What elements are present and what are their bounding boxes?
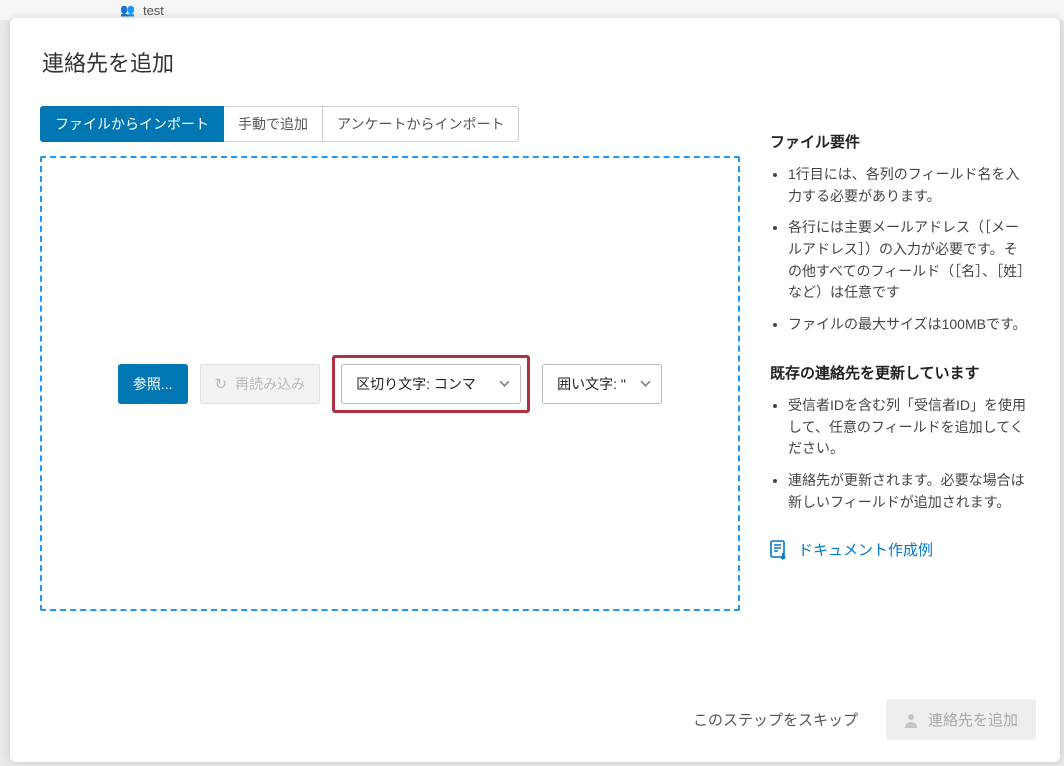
modal-header: 連絡先を追加 bbox=[10, 18, 1060, 96]
chevron-down-icon bbox=[640, 376, 651, 392]
people-icon: 👥 bbox=[120, 3, 133, 17]
background-window-remnant: 👥 test bbox=[0, 0, 1064, 20]
modal-title: 連絡先を追加 bbox=[42, 46, 1028, 78]
list-item: ファイルの最大サイズは100MBです。 bbox=[788, 314, 1030, 336]
list-item: 連絡先が更新されます。必要な場合は新しいフィールドが追加されます。 bbox=[788, 470, 1030, 513]
tab-import-from-file[interactable]: ファイルからインポート bbox=[40, 106, 224, 142]
update-existing-list: 受信者IDを含む列「受信者ID」を使用して、任意のフィールドを追加してください。… bbox=[770, 395, 1030, 513]
delimiter-highlight: 区切り文字: コンマ bbox=[332, 355, 530, 413]
reload-icon: ↻ bbox=[215, 375, 228, 393]
chevron-down-icon bbox=[499, 376, 510, 392]
tab-add-manually[interactable]: 手動で追加 bbox=[224, 106, 323, 142]
person-add-icon bbox=[904, 712, 920, 728]
file-requirements-list: 1行目には、各列のフィールド名を入力する必要があります。 各行には主要メールアド… bbox=[770, 164, 1030, 336]
import-panel: ファイルからインポート 手動で追加 アンケートからインポート 参照... ↻ 再 bbox=[40, 106, 740, 683]
help-sidebar: ファイル要件 1行目には、各列のフィールド名を入力する必要があります。 各行には… bbox=[770, 106, 1030, 683]
dropzone-controls: 参照... ↻ 再読み込み 区切り文字: コンマ bbox=[118, 355, 662, 413]
add-contacts-button: 連絡先を追加 bbox=[886, 699, 1036, 740]
skip-step-link[interactable]: このステップをスキップ bbox=[681, 701, 870, 738]
bg-title: test bbox=[143, 3, 164, 18]
list-item: 各行には主要メールアドレス（［メールアドレス］）の入力が必要です。その他すべての… bbox=[788, 217, 1030, 304]
modal-footer: このステップをスキップ 連絡先を追加 bbox=[10, 683, 1060, 762]
modal-body: ファイルからインポート 手動で追加 アンケートからインポート 参照... ↻ 再 bbox=[10, 96, 1060, 683]
enclosure-select[interactable]: 囲い文字: " bbox=[542, 364, 662, 404]
import-tabs: ファイルからインポート 手動で追加 アンケートからインポート bbox=[40, 106, 740, 142]
list-item: 受信者IDを含む列「受信者ID」を使用して、任意のフィールドを追加してください。 bbox=[788, 395, 1030, 460]
list-item: 1行目には、各列のフィールド名を入力する必要があります。 bbox=[788, 164, 1030, 207]
browse-button[interactable]: 参照... bbox=[118, 364, 188, 404]
reload-button: ↻ 再読み込み bbox=[200, 364, 321, 404]
tab-import-from-survey[interactable]: アンケートからインポート bbox=[323, 106, 519, 142]
update-existing-heading: 既存の連絡先を更新しています bbox=[770, 362, 1030, 383]
file-dropzone[interactable]: 参照... ↻ 再読み込み 区切り文字: コンマ bbox=[40, 156, 740, 611]
file-requirements-heading: ファイル要件 bbox=[770, 131, 1030, 152]
file-download-icon bbox=[770, 540, 788, 560]
add-contacts-modal: 連絡先を追加 ファイルからインポート 手動で追加 アンケートからインポート 参照… bbox=[10, 18, 1060, 762]
document-example-link[interactable]: ドキュメント作成例 bbox=[770, 539, 1030, 560]
delimiter-select[interactable]: 区切り文字: コンマ bbox=[341, 364, 521, 404]
